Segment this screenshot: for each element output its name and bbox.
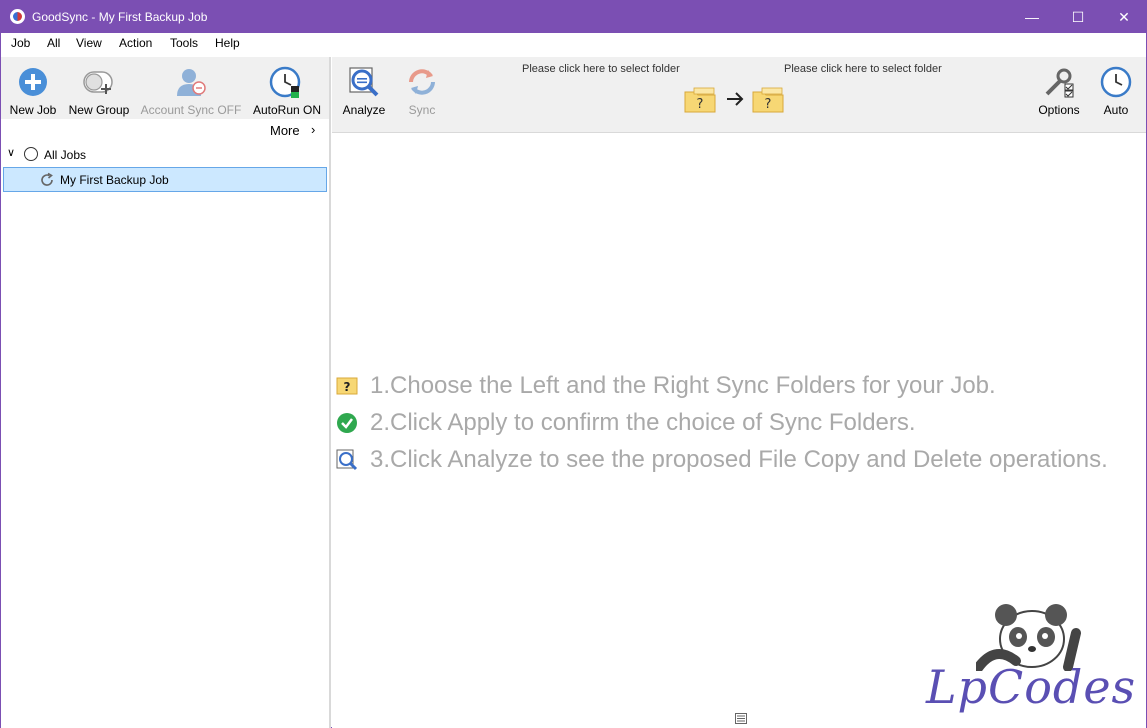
chevron-down-icon[interactable]: ∨ [7, 146, 15, 159]
options-label: Options [1038, 103, 1080, 117]
minimize-button[interactable]: — [1009, 1, 1055, 33]
chevron-right-icon[interactable]: › [311, 122, 315, 137]
new-job-button[interactable]: New Job [5, 63, 61, 117]
window-title: GoodSync - My First Backup Job [32, 10, 208, 24]
maximize-button[interactable]: ☐ [1055, 1, 1101, 33]
tree-item-label: All Jobs [44, 148, 87, 162]
menu-all[interactable]: All [47, 36, 60, 50]
instruction-text: 2.Click Apply to confirm the choice of S… [370, 409, 916, 436]
watermark-text: LpCodes [926, 660, 1137, 714]
more-button[interactable]: More [270, 123, 300, 138]
sync-button[interactable]: Sync [398, 63, 446, 117]
right-folder-prompt[interactable]: Please click here to select folder [784, 63, 942, 76]
goodsync-logo-icon [10, 9, 25, 24]
right-toolbar: Analyze Sync Please click here to select… [332, 57, 1146, 133]
tree-item-job[interactable]: My First Backup Job [3, 167, 327, 192]
jobs-tree: ∨ All Jobs My First Backup Job [1, 143, 329, 728]
analyze-magnifier-icon [336, 449, 358, 471]
sync-label: Sync [408, 103, 436, 117]
options-button[interactable]: Options [1030, 63, 1088, 117]
tree-item-all-jobs[interactable]: ∨ All Jobs [3, 143, 327, 167]
left-toolbar: New Job New Group Account Sync OFF AutoR… [1, 57, 329, 119]
folder-question-icon: ? [336, 377, 358, 395]
log-panel-icon[interactable] [735, 713, 747, 724]
clock-icon [1100, 66, 1132, 98]
sync-arrows-icon [41, 172, 53, 186]
svg-text:?: ? [344, 380, 351, 394]
clock-icon [269, 66, 301, 98]
analyze-magnifier-icon [349, 67, 379, 97]
account-sync-button[interactable]: Account Sync OFF [137, 63, 245, 117]
more-row: More › [1, 119, 329, 141]
menu-view[interactable]: View [76, 36, 102, 50]
app-window: GoodSync - My First Backup Job — ☐ ✕ Job… [0, 0, 1147, 728]
analyze-label: Analyze [342, 103, 386, 117]
left-folder-icon[interactable]: ? [684, 87, 716, 113]
right-folder-icon[interactable]: ? [752, 87, 784, 113]
wrench-options-icon [1045, 68, 1074, 98]
check-circle-icon [337, 413, 357, 433]
arrow-right-icon [727, 92, 744, 106]
new-job-label: New Job [9, 103, 57, 117]
menu-action[interactable]: Action [119, 36, 152, 50]
tree-item-label: My First Backup Job [60, 173, 169, 187]
auto-button[interactable]: Auto [1094, 63, 1138, 117]
new-group-label: New Group [68, 103, 130, 117]
new-group-button[interactable]: New Group [65, 63, 133, 117]
auto-label: Auto [1103, 103, 1129, 117]
autorun-label: AutoRun ON [252, 103, 322, 117]
plus-circle-icon [19, 68, 47, 96]
menu-tools[interactable]: Tools [170, 36, 198, 50]
menu-bar: Job All View Action Tools Help [1, 33, 1146, 53]
svg-text:?: ? [765, 97, 772, 112]
instruction-text: 1.Choose the Left and the Right Sync Fol… [370, 372, 996, 399]
svg-text:?: ? [697, 97, 704, 112]
user-sync-icon [177, 69, 206, 96]
menu-help[interactable]: Help [215, 36, 240, 50]
autorun-button[interactable]: AutoRun ON [249, 63, 325, 117]
new-group-icon [83, 71, 113, 94]
radio-circle-icon[interactable] [24, 147, 38, 161]
analyze-button[interactable]: Analyze [338, 63, 390, 117]
title-bar[interactable]: GoodSync - My First Backup Job — ☐ ✕ [1, 1, 1146, 33]
menu-job[interactable]: Job [11, 36, 30, 50]
left-folder-prompt[interactable]: Please click here to select folder [522, 63, 680, 76]
instruction-text: 3.Click Analyze to see the proposed File… [370, 446, 1108, 473]
close-button[interactable]: ✕ [1101, 1, 1147, 33]
watermark: LpCodes [926, 601, 1135, 721]
account-sync-label: Account Sync OFF [140, 103, 242, 117]
sync-icon [409, 69, 435, 95]
pane-splitter[interactable] [329, 57, 331, 728]
